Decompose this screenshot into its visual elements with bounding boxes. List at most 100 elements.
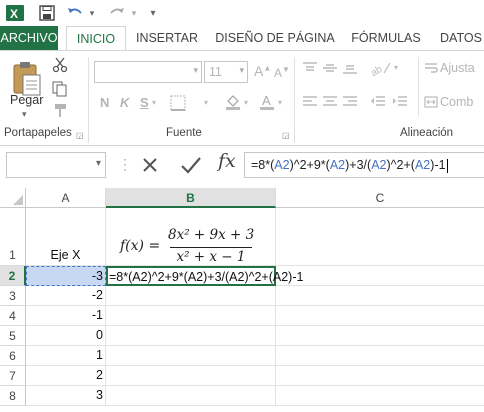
row-header-3[interactable]: 3: [0, 286, 26, 306]
equation-numerator: 8x² + 9x + 3: [168, 227, 255, 243]
cell-c8[interactable]: [276, 386, 484, 406]
format-painter-icon[interactable]: [52, 103, 68, 122]
align-top-icon[interactable]: [302, 61, 318, 78]
save-icon[interactable]: [36, 3, 58, 23]
borders-icon[interactable]: [170, 95, 186, 114]
tab-datos[interactable]: DATOS: [436, 26, 484, 50]
increase-font-size-button[interactable]: A▲: [254, 63, 271, 79]
orientation-dropdown-icon[interactable]: ▾: [394, 63, 398, 72]
fill-color-icon[interactable]: [224, 93, 242, 114]
decrease-indent-icon[interactable]: [370, 95, 386, 112]
align-center-icon[interactable]: [322, 95, 338, 112]
formula-bar-grip-icon: ⋮: [118, 156, 132, 172]
tab-archivo[interactable]: ARCHIVO: [0, 26, 58, 50]
row-header-7[interactable]: 7: [0, 366, 26, 386]
font-name-dropdown-icon[interactable]: ▾: [193, 65, 198, 76]
cancel-icon[interactable]: [140, 155, 160, 178]
tab-formulas[interactable]: FÓRMULAS: [348, 26, 424, 50]
cell-c6[interactable]: [276, 346, 484, 366]
wrap-text-icon[interactable]: [424, 61, 438, 78]
select-all-corner[interactable]: [0, 188, 26, 208]
tab-inicio[interactable]: INICIO: [66, 26, 126, 51]
cell-b8[interactable]: [106, 386, 276, 406]
formula-input[interactable]: =8*(A2)^2+9*(A2)+3/(A2)^2+(A2)-1: [244, 152, 484, 178]
bold-button[interactable]: N: [100, 95, 109, 110]
font-size-box[interactable]: 11 ▾: [204, 61, 248, 83]
cell-a8[interactable]: 3: [26, 386, 106, 406]
redo-dropdown-icon[interactable]: ▾: [128, 3, 140, 23]
row-header-4[interactable]: 4: [0, 306, 26, 326]
redo-icon[interactable]: [106, 3, 128, 23]
font-launcher-icon[interactable]: ◲: [282, 131, 290, 140]
cut-icon[interactable]: [52, 57, 68, 76]
underline-dropdown-icon[interactable]: ▾: [152, 98, 156, 107]
cell-c3[interactable]: [276, 286, 484, 306]
decrease-font-size-button[interactable]: A▼: [274, 65, 290, 80]
cell-b5[interactable]: [106, 326, 276, 346]
borders-dropdown-icon[interactable]: ▾: [204, 98, 208, 107]
equation-object[interactable]: f(x) = 8x² + 9x + 3 x² + x − 1: [120, 226, 270, 266]
cell-b2-active[interactable]: =8*(A2)^2+9*(A2)+3/(A2)^2+(A2)-1: [106, 266, 303, 286]
font-color-dropdown-icon[interactable]: ▾: [278, 98, 282, 107]
font-size-value: 11: [209, 65, 222, 79]
tab-diseno-de-pagina[interactable]: DISEÑO DE PÁGINA: [214, 26, 336, 50]
align-middle-icon[interactable]: [322, 61, 338, 78]
row-header-5[interactable]: 5: [0, 326, 26, 346]
insert-function-button[interactable]: fx: [218, 150, 236, 172]
formula-segment: )^2+9*(: [289, 158, 330, 172]
wrap-text-label[interactable]: Ajusta: [440, 61, 475, 75]
cell-a3[interactable]: -2: [26, 286, 106, 306]
font-group-label: Fuente: [166, 127, 202, 139]
paste-button-label[interactable]: Pegar: [10, 93, 43, 107]
undo-dropdown-icon[interactable]: ▾: [86, 3, 98, 23]
cell-c1[interactable]: [276, 208, 484, 266]
enter-icon[interactable]: [180, 155, 202, 178]
group-separator: [418, 57, 419, 117]
merge-center-label[interactable]: Comb: [440, 95, 473, 109]
italic-button[interactable]: K: [120, 95, 129, 110]
cell-c2[interactable]: [276, 266, 484, 286]
fill-color-dropdown-icon[interactable]: ▾: [244, 98, 248, 107]
group-separator: [88, 57, 89, 143]
row-header-6[interactable]: 6: [0, 346, 26, 366]
undo-icon[interactable]: [64, 3, 86, 23]
column-header-a[interactable]: A: [26, 188, 106, 208]
paste-dropdown-icon[interactable]: ▾: [22, 109, 27, 120]
cell-a4[interactable]: -1: [26, 306, 106, 326]
name-box-dropdown-icon[interactable]: ▾: [96, 158, 101, 169]
increase-indent-icon[interactable]: [392, 95, 408, 112]
merge-center-icon[interactable]: [424, 95, 438, 112]
cell-a2[interactable]: -3: [26, 266, 106, 286]
cell-a6[interactable]: 1: [26, 346, 106, 366]
clipboard-launcher-icon[interactable]: ◲: [76, 131, 84, 140]
font-color-icon[interactable]: A: [258, 93, 276, 114]
customize-toolbar-icon[interactable]: ▾: [146, 3, 160, 23]
align-right-icon[interactable]: [342, 95, 358, 112]
cell-b6[interactable]: [106, 346, 276, 366]
row-header-1[interactable]: 1: [0, 208, 26, 266]
row-header-2[interactable]: 2: [0, 266, 26, 286]
underline-button[interactable]: S: [140, 95, 149, 110]
copy-icon[interactable]: [52, 81, 68, 100]
text-cursor: [446, 158, 448, 173]
cell-b7[interactable]: [106, 366, 276, 386]
cell-a5[interactable]: 0: [26, 326, 106, 346]
cell-a1[interactable]: Eje X: [26, 208, 106, 266]
cell-b3[interactable]: [106, 286, 276, 306]
align-left-icon[interactable]: [302, 95, 318, 112]
name-box[interactable]: ▾: [6, 152, 106, 178]
cell-c5[interactable]: [276, 326, 484, 346]
font-name-box[interactable]: ▾: [94, 61, 202, 83]
orientation-icon[interactable]: ab: [369, 59, 392, 80]
row-header-8[interactable]: 8: [0, 386, 26, 406]
column-header-c[interactable]: C: [276, 188, 484, 208]
cell-c7[interactable]: [276, 366, 484, 386]
column-header-b[interactable]: B: [106, 188, 276, 208]
cell-c4[interactable]: [276, 306, 484, 326]
cell-b4[interactable]: [106, 306, 276, 326]
worksheet-grid[interactable]: A B C 1 2 3 4 5 6 7 8 Eje X f(x) = 8x² +…: [0, 188, 484, 412]
tab-insertar[interactable]: INSERTAR: [134, 26, 200, 50]
cell-a7[interactable]: 2: [26, 366, 106, 386]
align-bottom-icon[interactable]: [342, 61, 358, 78]
font-size-dropdown-icon[interactable]: ▾: [239, 65, 244, 76]
